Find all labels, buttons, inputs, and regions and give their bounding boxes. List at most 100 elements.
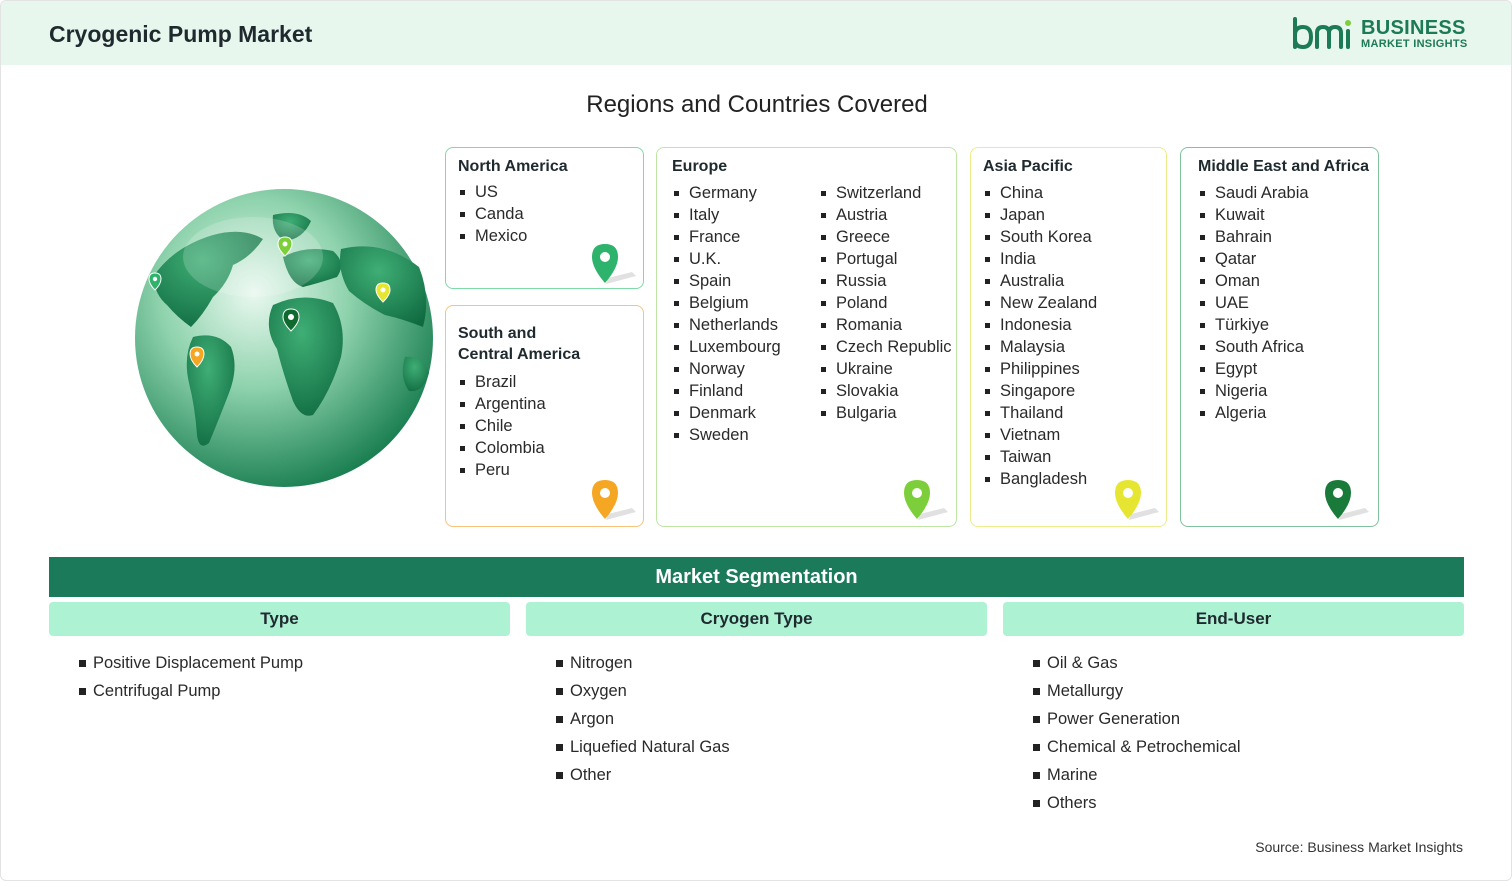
- list-item: Spain: [672, 270, 781, 292]
- brand-logo: BUSINESS MARKET INSIGHTS: [1291, 15, 1471, 55]
- list-item: Russia: [819, 270, 952, 292]
- list-item: Positive Displacement Pump: [79, 651, 303, 679]
- country-list-north-america: US Canda Mexico: [458, 181, 527, 247]
- source-note: Source: Business Market Insights: [1255, 839, 1463, 855]
- list-item: US: [458, 181, 527, 203]
- segment-header-cryogen-type: Cryogen Type: [526, 602, 987, 636]
- list-item: South Korea: [983, 226, 1097, 248]
- list-item: Belgium: [672, 292, 781, 314]
- list-item: Germany: [672, 182, 781, 204]
- map-pin-icon: [1115, 480, 1159, 520]
- bmi-logo-icon: [1293, 17, 1351, 50]
- list-item: Greece: [819, 226, 952, 248]
- list-item: Bahrain: [1198, 226, 1309, 248]
- list-item: Liquefied Natural Gas: [556, 735, 730, 763]
- page-title: Cryogenic Pump Market: [49, 21, 313, 47]
- segment-header-type: Type: [49, 602, 510, 636]
- logo-word-market-insights: MARKET INSIGHTS: [1361, 38, 1468, 50]
- list-item: Colombia: [458, 437, 546, 459]
- list-item: Slovakia: [819, 380, 952, 402]
- region-title-asia-pacific: Asia Pacific: [983, 158, 1073, 175]
- map-pin-icon: [1325, 480, 1369, 520]
- list-item: U.K.: [672, 248, 781, 270]
- list-item: Chile: [458, 415, 546, 437]
- country-list-europe-col2: Switzerland Austria Greece Portugal Russ…: [819, 182, 952, 424]
- region-card-middle-east-africa: Middle East and Africa Saudi Arabia Kuwa…: [1180, 147, 1379, 527]
- globe-icon: [135, 189, 433, 487]
- list-item: Bulgaria: [819, 402, 952, 424]
- region-card-south-central-america: South and Central America Brazil Argenti…: [445, 305, 644, 527]
- regions-title: Regions and Countries Covered: [586, 91, 928, 118]
- list-item: Argentina: [458, 393, 546, 415]
- list-item: Others: [1033, 791, 1241, 819]
- segment-header-end-user: End-User: [1003, 602, 1464, 636]
- list-item: Centrifugal Pump: [79, 679, 303, 707]
- list-item: Algeria: [1198, 402, 1309, 424]
- list-item: Egypt: [1198, 358, 1309, 380]
- list-item: Metallurgy: [1033, 679, 1241, 707]
- region-card-asia-pacific: Asia Pacific China Japan South Korea Ind…: [970, 147, 1167, 527]
- list-item: France: [672, 226, 781, 248]
- list-item: Philippines: [983, 358, 1097, 380]
- list-item: Sweden: [672, 424, 781, 446]
- map-pin-icon: [592, 480, 636, 520]
- list-item: Italy: [672, 204, 781, 226]
- region-title-north-america: North America: [458, 158, 568, 175]
- list-item: Other: [556, 763, 730, 791]
- list-item: Luxembourg: [672, 336, 781, 358]
- country-list-south-central-america: Brazil Argentina Chile Colombia Peru: [458, 371, 546, 481]
- region-card-europe: Europe Germany Italy France U.K. Spain B…: [656, 147, 957, 527]
- list-item: Marine: [1033, 763, 1241, 791]
- list-item: Finland: [672, 380, 781, 402]
- list-item: Taiwan: [983, 446, 1097, 468]
- list-item: Kuwait: [1198, 204, 1309, 226]
- infographic-frame: Cryogenic Pump Market BUSINESS MARKET IN…: [0, 0, 1512, 881]
- region-title-middle-east-africa: Middle East and Africa: [1198, 158, 1369, 175]
- region-title-line2: Central America: [458, 346, 581, 363]
- map-pin-icon: [592, 244, 636, 284]
- segment-list-type: Positive Displacement Pump Centrifugal P…: [79, 651, 303, 707]
- region-title-line1: South and: [458, 325, 537, 342]
- list-item: New Zealand: [983, 292, 1097, 314]
- list-item: Malaysia: [983, 336, 1097, 358]
- list-item: Saudi Arabia: [1198, 182, 1309, 204]
- list-item: Peru: [458, 459, 546, 481]
- map-pin-icon: [904, 480, 948, 520]
- segmentation-title-bar: Market Segmentation: [49, 557, 1464, 597]
- list-item: Bangladesh: [983, 468, 1097, 490]
- list-item: Nigeria: [1198, 380, 1309, 402]
- list-item: Poland: [819, 292, 952, 314]
- region-title-south-central-america: South and Central America: [458, 323, 580, 365]
- segment-list-end-user: Oil & Gas Metallurgy Power Generation Ch…: [1033, 651, 1241, 819]
- list-item: Australia: [983, 270, 1097, 292]
- list-item: Japan: [983, 204, 1097, 226]
- list-item: Türkiye: [1198, 314, 1309, 336]
- list-item: South Africa: [1198, 336, 1309, 358]
- list-item: Oman: [1198, 270, 1309, 292]
- list-item: Czech Republic: [819, 336, 952, 358]
- logo-word-business: BUSINESS: [1361, 17, 1466, 39]
- country-list-europe-col1: Germany Italy France U.K. Spain Belgium …: [672, 182, 781, 446]
- list-item: Singapore: [983, 380, 1097, 402]
- list-item: India: [983, 248, 1097, 270]
- list-item: Romania: [819, 314, 952, 336]
- list-item: Indonesia: [983, 314, 1097, 336]
- list-item: Mexico: [458, 225, 527, 247]
- header-bar: Cryogenic Pump Market BUSINESS MARKET IN…: [1, 1, 1511, 65]
- list-item: Ukraine: [819, 358, 952, 380]
- list-item: Argon: [556, 707, 730, 735]
- list-item: Denmark: [672, 402, 781, 424]
- list-item: China: [983, 182, 1097, 204]
- list-item: Power Generation: [1033, 707, 1241, 735]
- list-item: Thailand: [983, 402, 1097, 424]
- country-list-asia-pacific: China Japan South Korea India Australia …: [983, 182, 1097, 490]
- list-item: Vietnam: [983, 424, 1097, 446]
- country-list-middle-east-africa: Saudi Arabia Kuwait Bahrain Qatar Oman U…: [1198, 182, 1309, 424]
- list-item: Oil & Gas: [1033, 651, 1241, 679]
- list-item: Brazil: [458, 371, 546, 393]
- list-item: Canda: [458, 203, 527, 225]
- list-item: Qatar: [1198, 248, 1309, 270]
- list-item: Austria: [819, 204, 952, 226]
- segment-list-cryogen-type: Nitrogen Oxygen Argon Liquefied Natural …: [556, 651, 730, 791]
- region-title-europe: Europe: [672, 158, 728, 175]
